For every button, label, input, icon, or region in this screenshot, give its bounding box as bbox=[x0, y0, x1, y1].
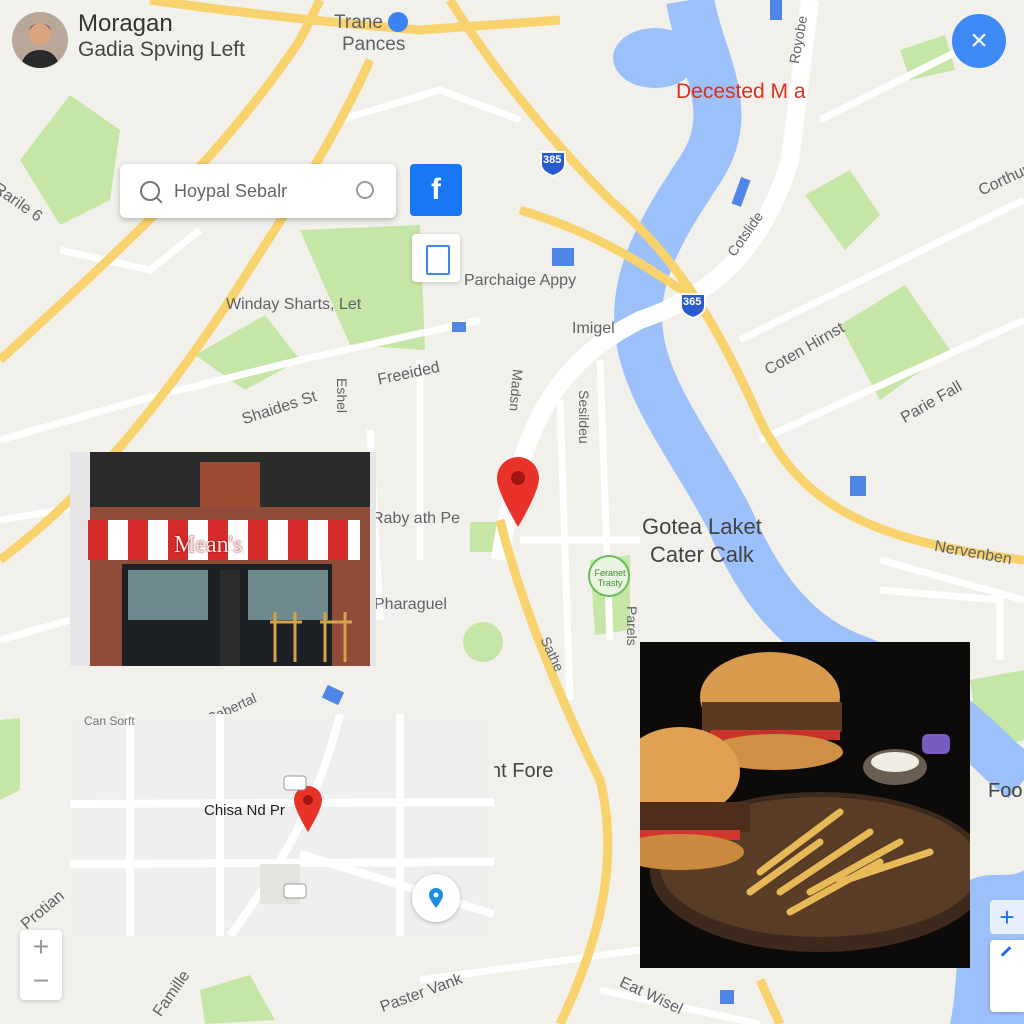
map-label: Imigel bbox=[572, 320, 615, 337]
food-photo[interactable] bbox=[640, 642, 970, 968]
layers-button[interactable] bbox=[990, 940, 1024, 1012]
map-label: Raby ath Pe bbox=[372, 510, 461, 527]
map-label-district: Gotea Laket bbox=[642, 514, 762, 539]
map-label-district: Cater Calk bbox=[650, 542, 754, 567]
map-label: Eshel bbox=[334, 378, 350, 414]
map-label: nt Fore bbox=[490, 760, 554, 782]
zoom-in-button[interactable]: + bbox=[20, 930, 62, 964]
transit-icon bbox=[388, 12, 408, 32]
zoom-controls: + − bbox=[20, 930, 62, 1000]
avatar[interactable] bbox=[12, 12, 68, 68]
park-area bbox=[0, 718, 20, 800]
location-icon bbox=[429, 888, 443, 908]
facebook-button[interactable]: f bbox=[410, 164, 462, 216]
inset-label: Chisa Nd Pr bbox=[204, 802, 285, 819]
map-label: Parels bbox=[624, 606, 640, 646]
map-label: Sesildeu bbox=[576, 390, 592, 444]
page-subtitle: Gadia Spving Left bbox=[78, 38, 245, 61]
right-controls: + bbox=[990, 900, 1024, 1020]
document-button[interactable] bbox=[412, 234, 460, 282]
zoom-in-button-right[interactable]: + bbox=[990, 900, 1024, 934]
lens-icon[interactable] bbox=[356, 181, 374, 199]
map-label-highlight: Decested M a bbox=[676, 80, 806, 103]
map-label: Foo bbox=[988, 780, 1023, 802]
park-sign-text: Feranet Trasty bbox=[594, 568, 626, 588]
page-title: Moragan bbox=[78, 10, 173, 37]
lake bbox=[613, 28, 697, 88]
shield-number: 365 bbox=[683, 296, 702, 308]
map-label: Parchaige Appy bbox=[464, 272, 577, 289]
search-bar[interactable]: Hoypal Sebalr bbox=[120, 164, 396, 218]
storefront-photo[interactable]: Mean's bbox=[70, 452, 376, 666]
shield-number: 385 bbox=[543, 154, 562, 166]
park-area bbox=[463, 622, 503, 662]
inset-label: Can Sorft bbox=[84, 714, 135, 728]
map-label: Winday Sharts, Let bbox=[226, 296, 362, 313]
map-label: Pharaguel bbox=[374, 596, 447, 613]
avatar-image bbox=[12, 12, 68, 68]
map-label: Trane bbox=[334, 12, 383, 33]
close-button[interactable]: × bbox=[952, 14, 1006, 68]
search-icon bbox=[140, 181, 160, 201]
zoom-out-button[interactable]: − bbox=[20, 964, 62, 998]
storefront-sign: Mean's bbox=[174, 532, 243, 558]
search-input[interactable]: Hoypal Sebalr bbox=[174, 181, 287, 202]
map-label: Pances bbox=[342, 34, 406, 55]
layers-icon bbox=[1000, 946, 1012, 957]
my-location-button[interactable] bbox=[412, 874, 460, 922]
